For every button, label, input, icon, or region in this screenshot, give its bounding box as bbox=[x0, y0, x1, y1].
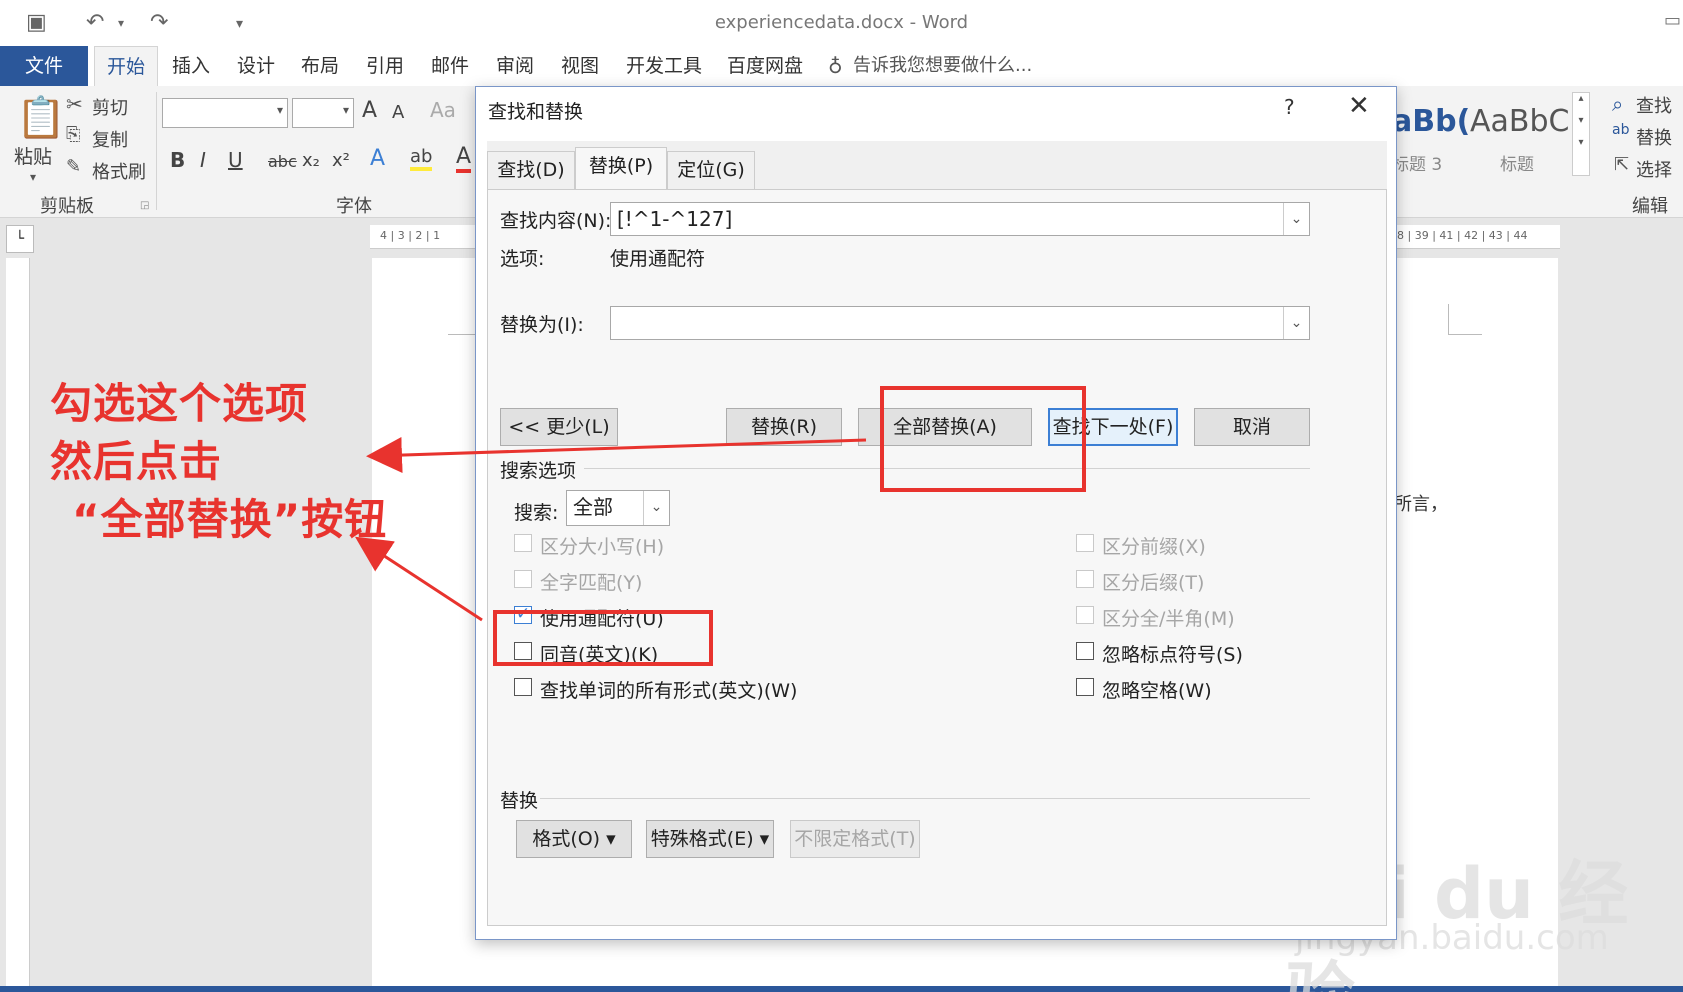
arrow-to-wildcard bbox=[354, 536, 483, 622]
annotation-arrows bbox=[354, 437, 867, 622]
arrow-to-replace-all bbox=[366, 437, 867, 474]
